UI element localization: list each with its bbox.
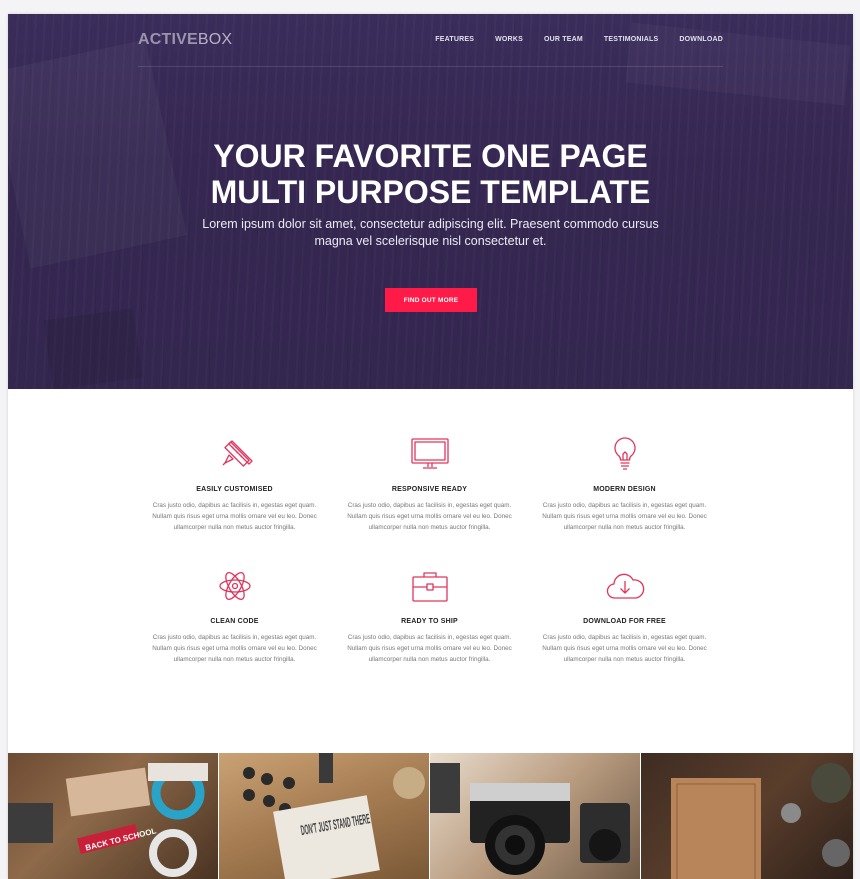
logo-strong: ACTIVE [138,31,198,48]
feature-title: MODERN DESIGN [593,486,656,493]
find-out-more-button[interactable]: FIND OUT MORE [385,288,477,312]
feature-title: RESPONSIVE READY [391,486,468,493]
feature-text: Cras justo odio, dapibus ac facilisis in… [542,502,707,531]
feature-card: EASILY CUSTOMISED Cras justo odio, dapib… [152,436,317,533]
nav-our-team[interactable]: OUR TEAM [544,36,583,43]
nav-features[interactable]: FEATURES [435,36,474,43]
lightbulb-icon [613,437,636,470]
feature-card: DOWNLOAD FOR FREE Cras justo odio, dapib… [542,568,707,665]
feature-card: READY TO SHIP Cras justo odio, dapibus a… [347,568,512,665]
feature-text: Cras justo odio, dapibus ac facilisis in… [347,634,512,663]
feature-card: MODERN DESIGN Cras justo odio, dapibus a… [542,436,707,533]
monitor-icon [410,438,449,469]
gallery-image-poster[interactable]: DON'T JUST STAND THERE [219,753,430,879]
nav-works[interactable]: WORKS [495,36,523,43]
page: ACTIVEBOX FEATURES WORKS OUR TEAM TESTIM… [8,14,853,879]
atom-icon [218,572,251,600]
feature-text: Cras justo odio, dapibus ac facilisis in… [347,502,512,531]
main-nav: FEATURES WORKS OUR TEAM TESTIMONIALS DOW… [414,36,723,43]
pencil-ruler-icon [222,440,253,467]
feature-text: Cras justo odio, dapibus ac facilisis in… [152,634,317,663]
hero-bg-texture [43,308,143,389]
feature-title: READY TO SHIP [401,618,458,625]
hero-title-line-2: MULTI PURPOSE TEMPLATE [210,174,651,210]
feature-text: Cras justo odio, dapibus ac facilisis in… [152,502,317,531]
cloud-download-icon [606,573,644,599]
feature-text: Cras justo odio, dapibus ac facilisis in… [542,634,707,663]
logo-light: BOX [197,31,233,48]
works-gallery: BACK TO SCHOOL DON'T JUST STAND THERE [8,753,853,879]
features-section: EASILY CUSTOMISED Cras justo odio, dapib… [8,389,853,754]
gallery-image-desk[interactable] [641,753,853,879]
gallery-image-cameras[interactable] [430,753,641,879]
feature-title: CLEAN CODE [210,618,259,625]
nav-testimonials[interactable]: TESTIMONIALS [604,36,659,43]
feature-card: RESPONSIVE READY Cras justo odio, dapibu… [347,436,512,533]
workspace-illustration: BACK TO SCHOOL [8,763,208,877]
feature-title: EASILY CUSTOMISED [196,486,273,493]
hero-section: ACTIVEBOX FEATURES WORKS OUR TEAM TESTIM… [8,14,853,389]
hero-title-line-1: YOUR FAVORITE ONE PAGE [213,138,648,174]
nav-divider [138,66,723,67]
hero-title: YOUR FAVORITE ONE PAGE MULTI PURPOSE TEM… [8,138,853,210]
feature-title: DOWNLOAD FOR FREE [583,618,666,625]
briefcase-icon [411,572,448,602]
desk-illustration [671,763,851,879]
logo[interactable]: ACTIVEBOX [138,31,232,49]
nav-download[interactable]: DOWNLOAD [679,36,723,43]
poster-illustration: DON'T JUST STAND THERE [243,753,425,879]
feature-card: CLEAN CODE Cras justo odio, dapibus ac f… [152,568,317,665]
camera-illustration [430,763,630,875]
gallery-image-workspace[interactable]: BACK TO SCHOOL [8,753,219,879]
hero-subtitle: Lorem ipsum dolor sit amet, consectetur … [202,217,659,248]
